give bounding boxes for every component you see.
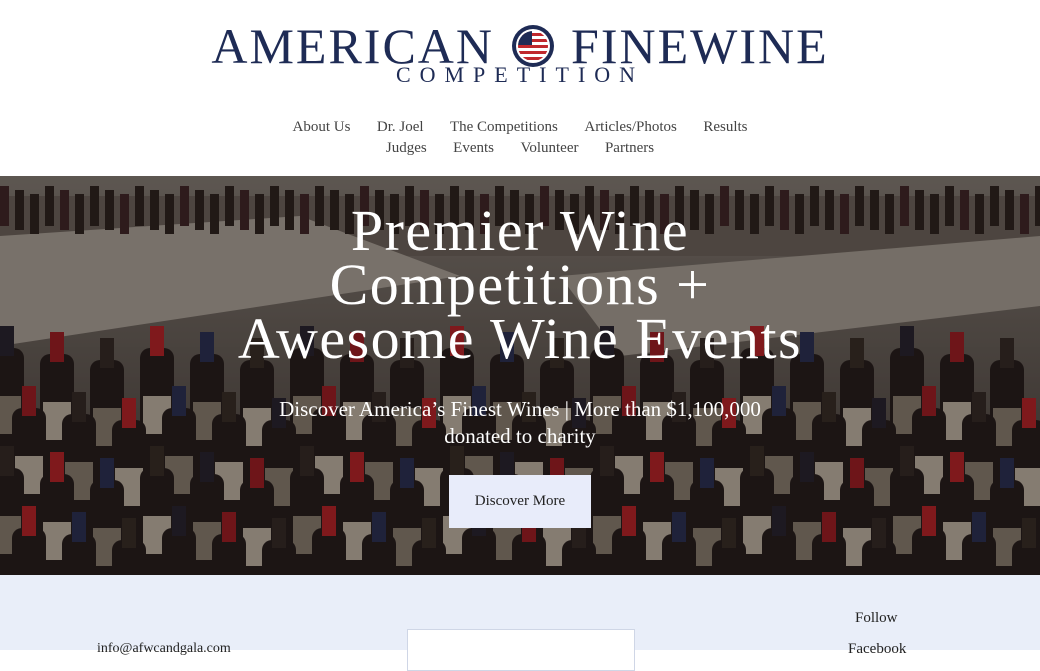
nav-item-dr-joel[interactable]: Dr. Joel: [377, 117, 424, 138]
nav-item-partners[interactable]: Partners: [605, 138, 654, 159]
flag-seal-icon: [511, 24, 554, 67]
nav-item-judges[interactable]: Judges: [386, 138, 427, 159]
site-logo[interactable]: AMERICAN FINEWINE COMPETITION: [0, 0, 1040, 100]
logo-subtitle: COMPETITION: [395, 62, 645, 87]
nav-item-events[interactable]: Events: [453, 138, 494, 159]
site-footer: info@afwcandgala.com Follow Facebook: [0, 575, 1040, 671]
hero-title: Premier Wine Competitions + Awesome Wine…: [200, 202, 840, 368]
nav-item-the-competitions[interactable]: The Competitions: [450, 117, 558, 138]
nav-item-articles-photos[interactable]: Articles/Photos: [584, 117, 677, 138]
discover-more-button[interactable]: Discover More: [449, 475, 591, 528]
hero-title-line-3: Awesome Wine Events: [237, 306, 803, 371]
nav-item-volunteer[interactable]: Volunteer: [520, 138, 578, 159]
nav-row-primary: About Us Dr. Joel The Competitions Artic…: [0, 117, 1040, 138]
hero-section: Premier Wine Competitions + Awesome Wine…: [0, 176, 1040, 575]
nav-item-results[interactable]: Results: [703, 117, 747, 138]
newsletter-form-box[interactable]: [407, 629, 635, 671]
nav-item-about-us[interactable]: About Us: [292, 117, 350, 138]
site-header: AMERICAN FINEWINE COMPETITION About Us D…: [0, 0, 1040, 176]
nav-row-secondary: Judges Events Volunteer Partners: [0, 138, 1040, 159]
hero-subtitle: Discover America’s Finest Wines | More t…: [279, 397, 761, 448]
contact-email-link[interactable]: info@afwcandgala.com: [97, 641, 231, 657]
follow-heading: Follow: [855, 610, 898, 626]
main-navigation: About Us Dr. Joel The Competitions Artic…: [0, 117, 1040, 159]
